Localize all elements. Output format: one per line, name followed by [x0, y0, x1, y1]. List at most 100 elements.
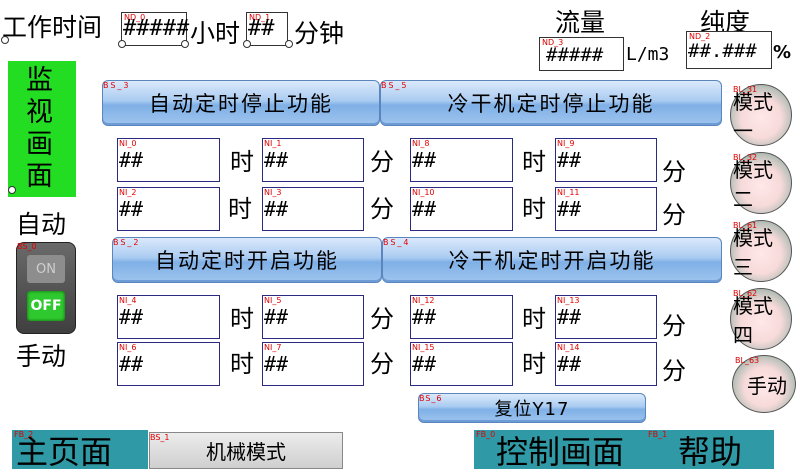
hour-unit: 时 [228, 195, 252, 223]
numeric-input[interactable]: NI_12 ## [410, 295, 513, 339]
manual-label: 手动 [16, 342, 67, 371]
anchor-dot [1, 36, 9, 44]
minute-label: 分钟 [294, 19, 345, 48]
button-label: 冷干机定时停止功能 [447, 92, 655, 116]
input-value: ## [412, 197, 437, 221]
input-value: ## [412, 305, 437, 329]
control-page-button[interactable]: FB_0 控制画面 [474, 430, 646, 471]
monitor-panel-button[interactable]: 监视画面 [8, 61, 76, 197]
tag-label: BL_63 [735, 356, 760, 365]
mode-three-button[interactable]: BL_61 模式三 [730, 220, 792, 282]
tag-label: BL_31 [733, 85, 758, 94]
input-value: ## [264, 352, 289, 376]
work-minutes-display: ND_1 ## [246, 12, 288, 46]
input-value: ## [264, 148, 289, 172]
auto-timed-start-button[interactable]: BS_2 自动定时开启功能 [112, 237, 382, 283]
input-value: ## [557, 305, 582, 329]
button-label: 机械模式 [206, 440, 286, 464]
purity-unit: % [773, 42, 792, 63]
numeric-input[interactable]: NI_15 ## [410, 342, 513, 386]
minute-unit: 分 [370, 350, 394, 378]
numeric-input[interactable]: NI_7 ## [262, 342, 364, 386]
hour-unit: 时 [522, 148, 546, 176]
tag-label: FB_1 [648, 430, 668, 439]
mode-four-button[interactable]: BL_62 模式四 [730, 288, 792, 350]
purity-display: ND_2 ##.### [686, 31, 772, 69]
button-label: 模式二 [733, 158, 773, 211]
minute-unit: 分 [662, 312, 686, 340]
tag-label: BL_62 [733, 289, 758, 298]
input-value: ## [119, 197, 144, 221]
numeric-input[interactable]: NI_9 ## [555, 138, 657, 182]
input-value: ## [119, 305, 144, 329]
button-label: 自动定时开启功能 [155, 249, 339, 273]
tag-label: BS_0 [17, 242, 37, 251]
flow-value: ##### [546, 44, 604, 66]
numeric-input[interactable]: NI_5 ## [262, 295, 364, 339]
mechanical-mode-button[interactable]: BS_1 机械模式 [149, 432, 343, 469]
flow-label: 流量 [555, 8, 606, 37]
minute-unit: 分 [662, 158, 686, 186]
anchor-dot [8, 186, 16, 194]
dryer-timed-start-button[interactable]: BS_4 冷干机定时开启功能 [382, 237, 722, 283]
numeric-input[interactable]: NI_11 ## [555, 187, 657, 231]
tag-label: BS_2 [113, 238, 141, 247]
numeric-input[interactable]: NI_6 ## [117, 342, 220, 386]
tag-label: FB_0 [476, 430, 496, 439]
numeric-input[interactable]: NI_2 ## [117, 187, 220, 231]
minute-unit: 分 [370, 305, 394, 333]
dryer-timed-stop-button[interactable]: BS_5 冷干机定时停止功能 [380, 80, 722, 126]
purity-value: ##.### [688, 40, 757, 62]
tag-label: BS_5 [381, 81, 409, 90]
auto-manual-toggle[interactable]: BS_0 ON OFF [16, 242, 76, 334]
on-indicator: ON [27, 255, 65, 283]
numeric-input[interactable]: NI_14 ## [555, 342, 657, 386]
button-label: 复位Y17 [494, 399, 570, 420]
input-value: ## [119, 148, 144, 172]
minute-unit: 分 [662, 201, 686, 229]
input-value: ## [557, 197, 582, 221]
button-label: 手动 [747, 373, 787, 398]
hour-unit: 时 [230, 148, 254, 176]
numeric-input[interactable]: NI_8 ## [410, 138, 513, 182]
numeric-input[interactable]: NI_1 ## [262, 138, 364, 182]
hour-unit: 时 [522, 195, 546, 223]
minute-unit: 分 [370, 148, 394, 176]
help-button[interactable]: FB_1 帮助 [646, 430, 774, 471]
off-indicator: OFF [27, 291, 65, 321]
numeric-input[interactable]: NI_10 ## [410, 187, 513, 231]
anchor-dot [118, 40, 126, 48]
mode-one-button[interactable]: BL_31 模式一 [730, 84, 792, 146]
input-value: ## [119, 352, 144, 376]
hour-label: 小时 [190, 19, 241, 48]
button-label: 冷干机定时开启功能 [448, 249, 656, 273]
input-value: ## [412, 148, 437, 172]
button-label: 模式三 [733, 226, 773, 279]
button-label: 自动定时停止功能 [149, 92, 333, 116]
flow-display: ND_3 ##### [539, 37, 624, 71]
numeric-input[interactable]: NI_4 ## [117, 295, 220, 339]
numeric-input[interactable]: NI_13 ## [555, 295, 657, 339]
hour-unit: 时 [230, 350, 254, 378]
input-value: ## [412, 352, 437, 376]
minute-unit: 分 [662, 357, 686, 385]
tag-label: BL_61 [733, 221, 758, 230]
tag-label: BL_32 [733, 153, 758, 162]
reset-y17-button[interactable]: BS_6 复位Y17 [418, 393, 646, 423]
anchor-dot [181, 40, 189, 48]
hour-unit: 时 [522, 305, 546, 333]
main-page-button[interactable]: FB_2 主页面 [12, 430, 148, 471]
mode-two-button[interactable]: BL_32 模式二 [730, 152, 792, 214]
button-label: 控制画面 [495, 432, 624, 471]
manual-mode-button[interactable]: BL_63 手动 [732, 355, 796, 413]
auto-timed-stop-button[interactable]: BS_3 自动定时停止功能 [102, 80, 380, 126]
numeric-input[interactable]: NI_3 ## [262, 187, 364, 231]
button-label: 帮助 [677, 432, 742, 471]
work-hours-display: ND_0 ##### [121, 12, 190, 46]
input-value: ## [557, 148, 582, 172]
tag-label: BS_4 [383, 238, 411, 247]
numeric-input[interactable]: NI_0 ## [117, 138, 220, 182]
monitor-panel-label: 监视画面 [26, 65, 53, 192]
hours-value: ##### [123, 16, 190, 41]
work-time-label: 工作时间 [2, 13, 103, 42]
